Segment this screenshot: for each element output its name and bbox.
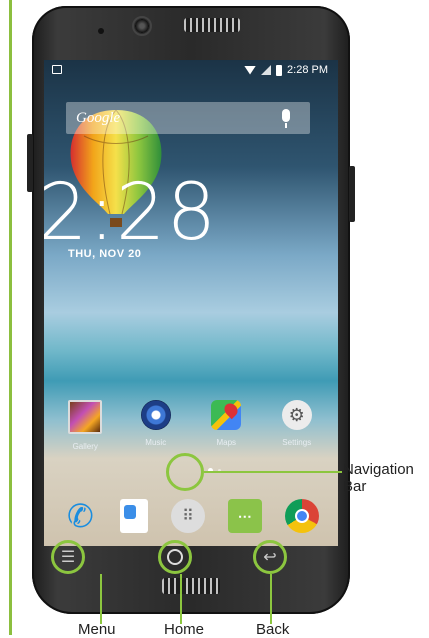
menu-icon: ☰ xyxy=(60,549,76,566)
gallery-app[interactable]: Gallery xyxy=(57,400,113,451)
navigation-bar-annotation: Navigation Bar xyxy=(343,461,414,495)
chrome-icon[interactable] xyxy=(284,499,319,533)
music-icon xyxy=(140,400,171,430)
wifi-icon xyxy=(244,65,257,75)
back-annotation: Back xyxy=(256,621,290,638)
date-label: THU, NOV 20 xyxy=(68,248,142,260)
bottom-speaker xyxy=(162,578,220,594)
clock-widget[interactable]: 2:28 xyxy=(44,168,217,258)
menu-annotation: Menu xyxy=(78,621,116,638)
app-label: Gallery xyxy=(72,442,98,451)
back-icon: ↩ xyxy=(263,549,277,566)
music-app[interactable]: Music xyxy=(128,400,184,451)
menu-callout-line xyxy=(100,574,102,624)
sensor-dot xyxy=(98,28,104,34)
phone-icon[interactable]: ✆ xyxy=(63,498,97,534)
power-button[interactable] xyxy=(349,166,355,222)
app-launcher-icon[interactable]: ⠿ xyxy=(170,499,205,533)
navigation-bar-callout-line xyxy=(204,471,342,473)
left-margin-rule xyxy=(9,0,12,635)
gallery-icon xyxy=(68,400,103,434)
earpiece-speaker xyxy=(184,18,240,32)
status-bar: 2:28 PM xyxy=(44,60,338,82)
volume-button[interactable] xyxy=(27,134,33,192)
google-search-bar[interactable]: Google xyxy=(66,102,310,134)
home-callout-line xyxy=(180,574,182,624)
settings-icon: ⚙ xyxy=(281,400,312,430)
back-button[interactable]: ↩ xyxy=(253,540,287,574)
microphone-icon[interactable] xyxy=(282,109,290,128)
status-time: 2:28 PM xyxy=(287,64,328,76)
maps-icon xyxy=(211,400,242,430)
favorites-dock: ✆ ⠿ ⋯ xyxy=(44,486,338,546)
status-icons: 2:28 PM xyxy=(244,64,328,76)
smartphone-device: 2:28 PM Google 2:28 THU, NOV 20 Gallery … xyxy=(27,6,355,614)
messaging-icon[interactable]: ⋯ xyxy=(227,499,262,533)
battery-icon xyxy=(276,64,283,76)
home-icon xyxy=(167,549,183,565)
screenshot-notification-icon xyxy=(52,65,62,74)
app-label: Settings xyxy=(282,438,312,447)
menu-button[interactable]: ☰ xyxy=(51,540,85,574)
home-app-row: Gallery Music Maps ⚙ Settings xyxy=(44,400,338,451)
signal-icon xyxy=(261,65,272,75)
contacts-icon[interactable] xyxy=(120,499,149,533)
maps-app[interactable]: Maps xyxy=(198,400,254,451)
google-logo: Google xyxy=(76,110,121,126)
app-label: Music xyxy=(145,438,167,447)
navigation-bar-highlight xyxy=(166,453,204,491)
home-button[interactable] xyxy=(158,540,192,574)
back-callout-line xyxy=(270,574,272,624)
home-annotation: Home xyxy=(164,621,205,638)
map-pin-icon xyxy=(222,400,241,420)
app-label: Maps xyxy=(216,438,237,447)
front-camera-icon xyxy=(132,16,152,36)
gear-icon: ⚙ xyxy=(288,404,305,425)
settings-app[interactable]: ⚙ Settings xyxy=(269,400,325,451)
